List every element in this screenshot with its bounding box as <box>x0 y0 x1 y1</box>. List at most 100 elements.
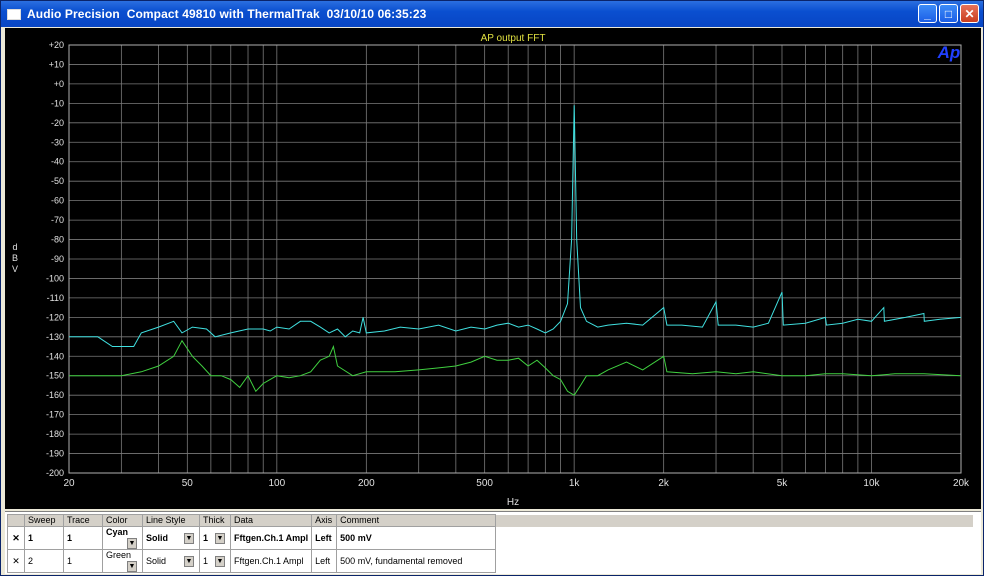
x-axis-label: Hz <box>507 497 519 508</box>
chevron-down-icon[interactable]: ▼ <box>215 532 225 544</box>
legend-sweep[interactable]: 1 <box>24 526 64 550</box>
maximize-button[interactable]: □ <box>939 4 958 23</box>
legend-header-color[interactable]: Color <box>102 514 143 527</box>
x-tick-label: 100 <box>268 478 285 489</box>
y-tick-label: +10 <box>49 59 64 69</box>
legend-header-sweep[interactable]: Sweep <box>24 514 64 527</box>
maximize-icon: □ <box>944 6 953 21</box>
legend-thick-select[interactable]: 1 ▼ <box>199 549 231 573</box>
y-tick-label: -130 <box>46 332 64 342</box>
legend-data[interactable]: Fftgen.Ch.1 Ampl <box>229 549 313 573</box>
y-tick-label: -200 <box>46 468 64 478</box>
legend-axis[interactable]: Left <box>311 549 338 573</box>
legend-header-check <box>7 514 25 527</box>
window-title: Audio Precision Compact 49810 with Therm… <box>27 7 427 21</box>
y-axis-label-char: d <box>12 242 17 252</box>
x-tick-label: 5k <box>777 478 789 489</box>
legend-row-checkbox[interactable]: ✕ <box>7 526 25 550</box>
legend-sweep[interactable]: 2 <box>24 549 64 573</box>
legend-row[interactable]: ✕ 2 1 Green ▼ Solid ▼ 1 ▼ Fftgen.Ch.1 Ampl … <box>7 549 973 573</box>
minimize-button[interactable]: _ <box>918 4 937 23</box>
legend-style-value: Solid <box>146 532 168 543</box>
legend-style-select[interactable]: Solid ▼ <box>142 526 200 550</box>
y-tick-label: -100 <box>46 273 64 283</box>
trace-line-2 <box>69 339 962 396</box>
y-tick-label: -40 <box>51 157 64 167</box>
y-axis-label-char: B <box>12 253 18 263</box>
title-bar[interactable]: Audio Precision Compact 49810 with Therm… <box>1 1 983 27</box>
trace-legend-table: Sweep Trace Color Line Style Thick Data … <box>7 514 973 573</box>
legend-trace[interactable]: 1 <box>63 526 103 550</box>
chevron-down-icon[interactable]: ▼ <box>184 555 194 567</box>
legend-header-trace[interactable]: Trace <box>63 514 103 527</box>
legend-header-row: Sweep Trace Color Line Style Thick Data … <box>7 514 973 527</box>
fft-graph[interactable]: +20 +10 +0 -10 -20 -30 -40 -50 -60 -70 -80 -90 -100 -… <box>5 28 981 509</box>
trace-line-1 <box>69 105 962 347</box>
legend-color-value: Cyan <box>106 527 129 537</box>
y-tick-label: -90 <box>51 254 64 264</box>
y-tick-label: -120 <box>46 312 64 322</box>
chevron-down-icon[interactable]: ▼ <box>215 555 225 567</box>
y-tick-label: -10 <box>51 98 64 108</box>
legend-row[interactable]: ✕ 1 1 Cyan ▼ Solid ▼ 1 ▼ Fftgen.Ch.1 Ampl L… <box>7 526 973 550</box>
legend-trace[interactable]: 1 <box>63 549 103 573</box>
legend-color-select[interactable]: Cyan ▼ <box>102 526 143 550</box>
x-tick-label: 20 <box>63 478 75 489</box>
chevron-down-icon[interactable]: ▼ <box>127 561 137 572</box>
y-tick-label: -160 <box>46 390 64 400</box>
traces <box>69 105 962 396</box>
app-window: Audio Precision Compact 49810 with Therm… <box>0 0 984 576</box>
legend-axis[interactable]: Left <box>311 526 338 550</box>
x-axis-ticks: 20 50 100 200 500 1k 2k 5k 10k 20k <box>63 478 970 489</box>
y-tick-label: -20 <box>51 118 64 128</box>
grid-lines <box>68 44 962 474</box>
ap-logo: Ap <box>937 43 961 62</box>
y-axis-label: dBV <box>12 242 18 274</box>
y-tick-label: -140 <box>46 351 64 361</box>
y-tick-label: -50 <box>51 176 64 186</box>
legend-color-select[interactable]: Green ▼ <box>102 549 143 573</box>
y-tick-label: -110 <box>47 293 64 303</box>
legend-row-filler <box>495 526 973 550</box>
legend-row-checkbox[interactable]: ✕ <box>7 549 25 573</box>
y-tick-label: -70 <box>51 215 64 225</box>
trace-legend-panel: Sweep Trace Color Line Style Thick Data … <box>5 511 981 574</box>
window-controls: _ □ ✕ <box>918 4 979 23</box>
chevron-down-icon[interactable]: ▼ <box>184 532 194 544</box>
legend-comment[interactable]: 500 mV <box>336 526 497 550</box>
y-axis-ticks: +20 +10 +0 -10 -20 -30 -40 -50 -60 -70 -80 -90 -100 -… <box>46 40 64 478</box>
legend-header-line-style[interactable]: Line Style <box>142 514 200 527</box>
y-tick-label: +20 <box>49 40 64 50</box>
legend-data[interactable]: Fftgen.Ch.1 Ampl <box>229 526 313 550</box>
legend-header-data[interactable]: Data <box>229 514 313 527</box>
legend-style-select[interactable]: Solid ▼ <box>142 549 200 573</box>
y-tick-label: -170 <box>46 410 64 420</box>
chart-title: AP output FFT <box>481 33 546 44</box>
y-axis-label-char: V <box>12 264 18 274</box>
legend-color-value: Green <box>106 550 132 560</box>
legend-thick-value: 1 <box>203 555 209 566</box>
minimize-icon: _ <box>924 6 931 21</box>
y-tick-label: -190 <box>46 449 64 459</box>
legend-comment[interactable]: 500 mV, fundamental removed <box>336 549 497 573</box>
app-icon[interactable] <box>7 8 21 20</box>
legend-header-comment[interactable]: Comment <box>336 514 497 527</box>
legend-thick-select[interactable]: 1 ▼ <box>199 526 231 550</box>
legend-header-thick[interactable]: Thick <box>199 514 231 527</box>
x-tick-label: 2k <box>658 478 670 489</box>
x-tick-label: 10k <box>863 478 880 489</box>
close-button[interactable]: ✕ <box>960 4 979 23</box>
legend-header-axis[interactable]: Axis <box>311 514 338 527</box>
chevron-down-icon[interactable]: ▼ <box>127 538 137 549</box>
x-tick-label: 1k <box>569 478 581 489</box>
x-tick-label: 200 <box>358 478 375 489</box>
y-tick-label: -180 <box>46 429 64 439</box>
close-icon: ✕ <box>964 6 975 21</box>
y-tick-label: +0 <box>54 79 64 89</box>
y-tick-label: -150 <box>46 371 64 381</box>
y-tick-label: -30 <box>51 137 64 147</box>
fft-chart-svg: +20 +10 +0 -10 -20 -30 -40 -50 -60 -70 -80 -90 -100 -… <box>12 33 970 508</box>
x-tick-label: 20k <box>953 478 970 489</box>
x-tick-label: 50 <box>182 478 194 489</box>
legend-header-filler <box>495 514 973 527</box>
